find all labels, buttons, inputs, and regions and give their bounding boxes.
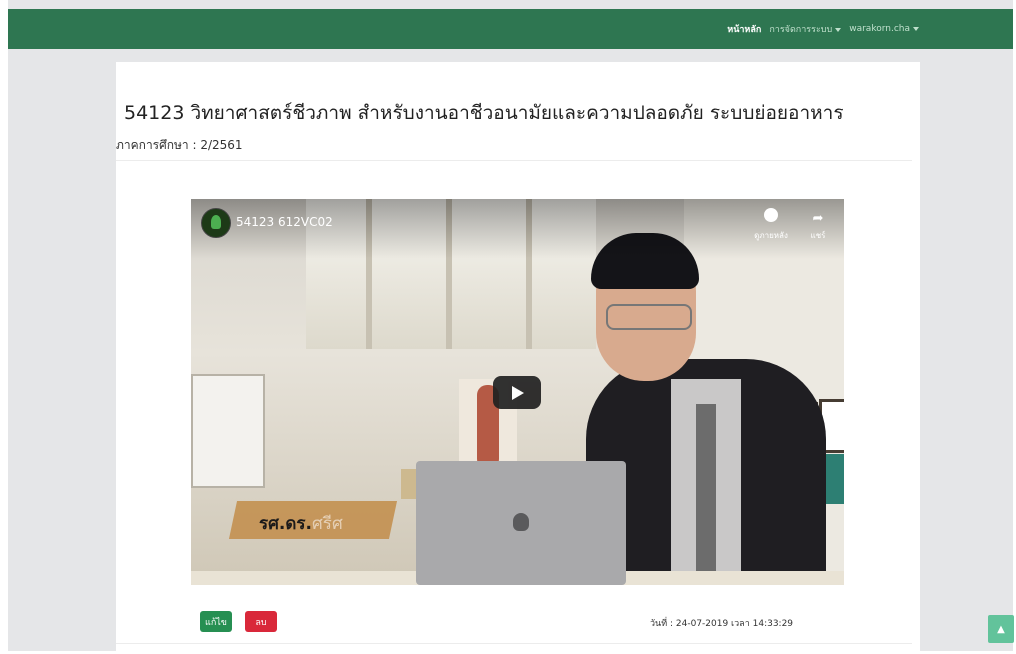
divider bbox=[116, 643, 912, 644]
presenter-glasses bbox=[606, 304, 692, 330]
semester-label: ภาคการศึกษา : 2/2561 bbox=[116, 138, 243, 152]
share-icon: ➦ bbox=[812, 211, 824, 226]
presenter-title: รศ.ดร. bbox=[259, 514, 313, 534]
delete-button[interactable]: ลบ bbox=[245, 611, 277, 632]
apple-logo-icon bbox=[513, 513, 529, 531]
nav-user-dropdown[interactable]: warakorn.cha bbox=[849, 24, 919, 34]
clock-icon bbox=[764, 208, 778, 222]
share-button[interactable]: ➦ แชร์ bbox=[801, 207, 835, 242]
share-label: แชร์ bbox=[810, 231, 826, 240]
laptop bbox=[416, 461, 626, 585]
nav-manage-label: การจัดการระบบ bbox=[769, 25, 833, 35]
nav-user-label: warakorn.cha bbox=[849, 24, 910, 34]
video-top-bar bbox=[191, 199, 844, 259]
top-navbar: หน้าหลัก การจัดการระบบ warakorn.cha bbox=[8, 9, 1013, 49]
nav-manage-dropdown[interactable]: การจัดการระบบ bbox=[769, 22, 842, 36]
page-title: 54123 วิทยาศาสตร์ชีวภาพ สำหรับงานอาชีวอน… bbox=[124, 102, 844, 124]
left-border bbox=[0, 0, 8, 654]
chevron-down-icon bbox=[913, 26, 919, 31]
video-scene-whiteboard bbox=[191, 374, 265, 488]
presenter-name: รศ.ดร.ศรีศ bbox=[259, 510, 343, 537]
channel-avatar[interactable] bbox=[201, 208, 231, 238]
content-card: 54123 วิทยาศาสตร์ชีวภาพ สำหรับงานอาชีวอน… bbox=[116, 62, 920, 654]
upload-timestamp: วันที่ : 24-07-2019 เวลา 14:33:29 bbox=[650, 619, 794, 629]
chevron-up-icon: ▲ bbox=[997, 623, 1005, 635]
chevron-down-icon bbox=[835, 27, 842, 32]
play-button[interactable] bbox=[493, 376, 541, 409]
video-player[interactable]: รศ.ดร.ศรีศ 54123 612VC02 ดูภายหลัง ➦ แชร… bbox=[191, 199, 844, 585]
edit-button[interactable]: แก้ไข bbox=[200, 611, 232, 632]
watch-later-label: ดูภายหลัง bbox=[754, 231, 788, 240]
presenter-name-faded: ศรีศ bbox=[312, 514, 343, 534]
scroll-to-top-button[interactable]: ▲ bbox=[988, 615, 1014, 643]
video-title[interactable]: 54123 612VC02 bbox=[236, 215, 333, 229]
nav-home-link[interactable]: หน้าหลัก bbox=[727, 22, 761, 36]
watch-later-button[interactable]: ดูภายหลัง bbox=[751, 207, 791, 242]
presenter-tie bbox=[696, 404, 716, 585]
divider bbox=[116, 160, 912, 161]
nav-links: หน้าหลัก การจัดการระบบ warakorn.cha bbox=[727, 9, 919, 49]
